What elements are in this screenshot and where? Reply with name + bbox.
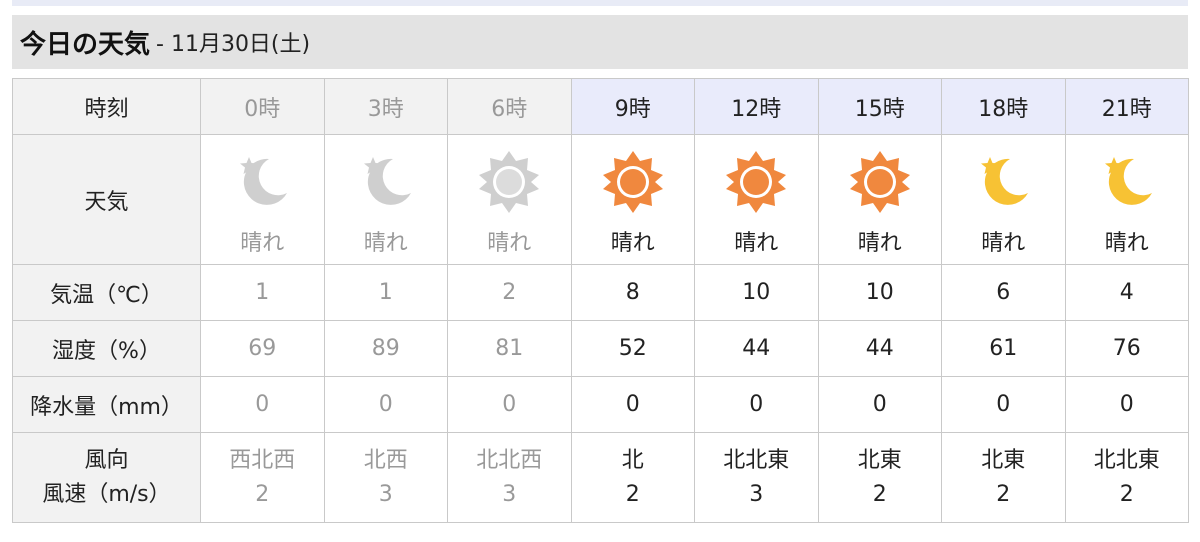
- wind-speed: 3: [749, 481, 764, 507]
- weather-cell: 晴れ: [817, 134, 942, 265]
- time-row: 時刻 0時 3時 6時 9時 12時 15時 18時 21時: [12, 78, 1189, 135]
- sun-icon: [479, 150, 540, 213]
- weather-cell: 晴れ: [200, 134, 325, 265]
- precipitation-cell: 0: [447, 376, 572, 433]
- wind-direction: 北東: [981, 447, 1026, 473]
- weather-label: 晴れ: [734, 230, 779, 256]
- weather-label: 晴れ: [487, 230, 532, 256]
- wind-cell: 北北東 3: [694, 432, 819, 523]
- temperature-cell: 2: [447, 264, 572, 321]
- hour-cell: 0時: [200, 78, 325, 135]
- precipitation-cell: 0: [941, 376, 1066, 433]
- humidity-row: 湿度（%） 69 89 81 52 44 44 61 76: [12, 320, 1189, 377]
- hourly-forecast-table: 時刻 0時 3時 6時 9時 12時 15時 18時 21時 天気 晴れ 晴れ: [12, 78, 1189, 523]
- weather-cell: 晴れ: [694, 134, 819, 265]
- wind-speed-label: 風速（m/s）: [42, 481, 171, 507]
- temperature-cell: 4: [1064, 264, 1189, 321]
- wind-cell: 西北西 2: [200, 432, 325, 523]
- weather-label: 晴れ: [1104, 230, 1149, 256]
- weather-label: 晴れ: [857, 230, 902, 256]
- hour-cell: 21時: [1064, 78, 1189, 135]
- humidity-cell: 52: [570, 320, 695, 377]
- wind-cell: 北東 2: [941, 432, 1066, 523]
- precipitation-row-label: 降水量（mm）: [12, 376, 201, 433]
- weather-cell: 晴れ: [941, 134, 1066, 265]
- wind-direction: 北北東: [1093, 447, 1160, 473]
- humidity-cell: 81: [447, 320, 572, 377]
- wind-cell: 北北西 3: [447, 432, 572, 523]
- wind-speed: 3: [378, 481, 393, 507]
- humidity-cell: 76: [1064, 320, 1189, 377]
- forecast-header: 今日の天気 - 11月30日(土): [12, 15, 1188, 69]
- weather-cell: 晴れ: [447, 134, 572, 265]
- weather-row: 天気 晴れ 晴れ 晴れ 晴れ 晴れ 晴れ 晴れ 晴れ: [12, 134, 1189, 265]
- wind-direction: 北東: [857, 447, 902, 473]
- wind-direction: 北北西: [476, 447, 543, 473]
- wind-speed: 2: [255, 481, 270, 507]
- humidity-row-label: 湿度（%）: [12, 320, 201, 377]
- weather-cell: 晴れ: [323, 134, 448, 265]
- weather-label: 晴れ: [240, 230, 285, 256]
- sun-icon: [849, 150, 910, 213]
- temperature-cell: 10: [694, 264, 819, 321]
- wind-row-label: 風向 風速（m/s）: [12, 432, 201, 523]
- humidity-cell: 69: [200, 320, 325, 377]
- weather-label: 晴れ: [981, 230, 1026, 256]
- moon-icon: [240, 156, 288, 205]
- wind-speed: 2: [996, 481, 1011, 507]
- wind-cell: 北東 2: [817, 432, 942, 523]
- wind-cell: 北西 3: [323, 432, 448, 523]
- precipitation-cell: 0: [200, 376, 325, 433]
- humidity-cell: 44: [694, 320, 819, 377]
- humidity-cell: 89: [323, 320, 448, 377]
- time-row-label: 時刻: [12, 78, 201, 135]
- temperature-cell: 6: [941, 264, 1066, 321]
- hour-cell: 12時: [694, 78, 819, 135]
- temperature-cell: 1: [323, 264, 448, 321]
- humidity-cell: 61: [941, 320, 1066, 377]
- wind-row: 風向 風速（m/s） 西北西 2 北西 3 北北西 3 北 2 北北東 3 北東…: [12, 432, 1189, 523]
- weather-row-label: 天気: [12, 134, 201, 265]
- precipitation-cell: 0: [817, 376, 942, 433]
- weather-label: 晴れ: [610, 230, 655, 256]
- temperature-cell: 8: [570, 264, 695, 321]
- moon-icon: [1104, 156, 1152, 205]
- moon-icon: [981, 156, 1029, 205]
- humidity-cell: 44: [817, 320, 942, 377]
- precipitation-row: 降水量（mm） 0 0 0 0 0 0 0 0: [12, 376, 1189, 433]
- hour-cell: 6時: [447, 78, 572, 135]
- precipitation-cell: 0: [570, 376, 695, 433]
- hour-cell: 9時: [570, 78, 695, 135]
- wind-cell: 北 2: [570, 432, 695, 523]
- weather-cell: 晴れ: [1064, 134, 1189, 265]
- sun-icon: [602, 150, 663, 213]
- hour-cell: 18時: [941, 78, 1066, 135]
- wind-direction: 北: [621, 447, 644, 473]
- wind-cell: 北北東 2: [1064, 432, 1189, 523]
- precipitation-cell: 0: [694, 376, 819, 433]
- sun-icon: [726, 150, 787, 213]
- wind-speed: 2: [625, 481, 640, 507]
- wind-direction: 北西: [363, 447, 408, 473]
- hour-cell: 15時: [817, 78, 942, 135]
- precipitation-cell: 0: [323, 376, 448, 433]
- wind-direction: 西北西: [229, 447, 296, 473]
- temperature-row-label: 気温（℃）: [12, 264, 201, 321]
- wind-speed: 2: [1119, 481, 1134, 507]
- moon-icon: [363, 156, 411, 205]
- wind-speed: 3: [502, 481, 517, 507]
- temperature-cell: 1: [200, 264, 325, 321]
- weather-cell: 晴れ: [570, 134, 695, 265]
- weather-label: 晴れ: [363, 230, 408, 256]
- precipitation-cell: 0: [1064, 376, 1189, 433]
- temperature-row: 気温（℃） 1 1 2 8 10 10 6 4: [12, 264, 1189, 321]
- top-divider: [12, 0, 1188, 6]
- wind-direction: 北北東: [723, 447, 790, 473]
- wind-direction-label: 風向: [84, 447, 129, 473]
- hour-cell: 3時: [323, 78, 448, 135]
- forecast-title: 今日の天気: [20, 29, 151, 60]
- forecast-date: - 11月30日(土): [156, 32, 311, 57]
- temperature-cell: 10: [817, 264, 942, 321]
- wind-speed: 2: [872, 481, 887, 507]
